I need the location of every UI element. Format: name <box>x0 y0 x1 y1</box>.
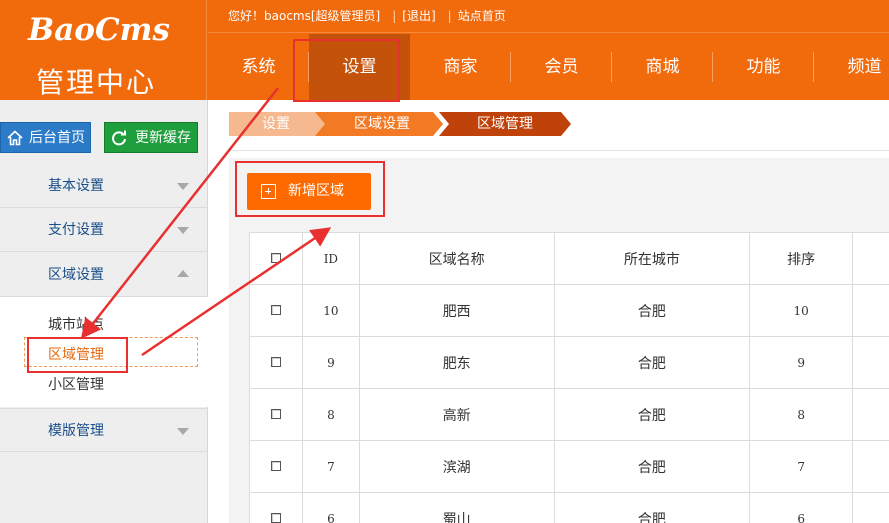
nav-tab-merchant[interactable]: 商家 <box>410 34 511 100</box>
annotation-box-region-management <box>27 337 128 373</box>
cell-extra <box>852 388 889 441</box>
cell-extra <box>852 284 889 337</box>
column-header-region-name: 区域名称 <box>358 232 555 285</box>
region-table: ID 区域名称 所在城市 排序 10 肥西 合肥 10 9 肥东 合肥 9 8 … <box>249 232 889 523</box>
brand-subtitle: 管理中心 <box>36 66 157 99</box>
menu-group-region-settings[interactable]: 区域设置 <box>0 253 208 297</box>
nav-tab-channel[interactable]: 频道 <box>814 34 889 100</box>
breadcrumb-item-region-management: 区域管理 <box>439 112 574 136</box>
row-select-cell <box>249 388 303 441</box>
separator: | <box>447 9 452 23</box>
table-row: 6 蜀山 合肥 6 <box>249 492 889 523</box>
nav-tab-mall[interactable]: 商城 <box>612 34 713 100</box>
cell-region-name: 蜀山 <box>358 492 555 523</box>
update-cache-button[interactable]: 更新缓存 <box>104 122 198 153</box>
table-row: 7 滨湖 合肥 7 <box>249 440 889 493</box>
cell-region-name: 滨湖 <box>358 440 555 493</box>
backend-home-button[interactable]: 后台首页 <box>0 122 91 153</box>
select-all-header <box>249 232 303 285</box>
submenu-item-community-management[interactable]: 小区管理 <box>48 374 104 394</box>
table-header-row: ID 区域名称 所在城市 排序 <box>249 232 889 285</box>
cell-id: 7 <box>301 440 360 493</box>
row-checkbox[interactable] <box>270 408 281 419</box>
annotation-box-settings-tab <box>293 39 400 102</box>
cell-id: 8 <box>301 388 360 441</box>
cell-extra <box>852 336 889 389</box>
cell-order: 9 <box>749 336 854 389</box>
row-checkbox[interactable] <box>270 304 281 315</box>
cell-id: 10 <box>301 284 360 337</box>
row-checkbox[interactable] <box>270 460 281 471</box>
table-row: 10 肥西 合肥 10 <box>249 284 889 337</box>
row-checkbox[interactable] <box>270 356 281 367</box>
logout-link[interactable]: [退出] <box>402 9 435 23</box>
select-all-checkbox[interactable] <box>270 252 281 263</box>
triangle-down-icon <box>177 428 189 435</box>
column-header-order: 排序 <box>749 232 854 285</box>
cell-city: 合肥 <box>553 492 751 523</box>
triangle-down-icon <box>177 227 189 234</box>
cell-city: 合肥 <box>553 284 751 337</box>
cell-id: 9 <box>301 336 360 389</box>
breadcrumb-item-settings[interactable]: 设置 <box>229 112 329 136</box>
cell-order: 6 <box>749 492 854 523</box>
cell-extra <box>852 492 889 523</box>
nav-tab-member[interactable]: 会员 <box>511 34 612 100</box>
breadcrumb-item-region-settings[interactable]: 区域设置 <box>315 112 445 136</box>
brand-logo[interactable]: BaoCms <box>28 12 170 48</box>
cell-region-name: 肥西 <box>358 284 555 337</box>
cell-order: 8 <box>749 388 854 441</box>
table-row: 8 高新 合肥 8 <box>249 388 889 441</box>
cell-city: 合肥 <box>553 336 751 389</box>
column-header-id[interactable]: ID <box>301 232 360 285</box>
site-home-link[interactable]: 站点首页 <box>458 9 506 23</box>
cell-city: 合肥 <box>553 440 751 493</box>
row-select-cell <box>249 284 303 337</box>
row-select-cell <box>249 440 303 493</box>
triangle-up-icon <box>177 270 189 277</box>
divider <box>229 150 889 151</box>
table-row: 9 肥东 合肥 9 <box>249 336 889 389</box>
nav-tab-function[interactable]: 功能 <box>713 34 814 100</box>
region-table-wrapper: ID 区域名称 所在城市 排序 10 肥西 合肥 10 9 肥东 合肥 9 8 … <box>229 226 889 523</box>
cell-order: 7 <box>749 440 854 493</box>
column-header-extra <box>852 232 889 285</box>
row-select-cell <box>249 336 303 389</box>
cell-id: 6 <box>301 492 360 523</box>
menu-group-payment-settings[interactable]: 支付设置 <box>0 208 208 252</box>
column-header-city: 所在城市 <box>553 232 751 285</box>
header: BaoCms 管理中心 您好！baocms[超级管理员] | [退出] | 站点首页 系… <box>0 0 889 100</box>
logo-area: BaoCms 管理中心 <box>0 0 207 100</box>
row-checkbox[interactable] <box>270 512 281 523</box>
refresh-icon <box>112 130 126 146</box>
sidebar: 后台首页 更新缓存 基本设置 支付设置 区域设置 城市站点 区域管理 小区管理 … <box>0 100 208 523</box>
cell-region-name: 高新 <box>358 388 555 441</box>
home-icon <box>7 130 23 146</box>
menu-group-basic-settings[interactable]: 基本设置 <box>0 164 208 208</box>
cell-city: 合肥 <box>553 388 751 441</box>
cell-region-name: 肥东 <box>358 336 555 389</box>
row-select-cell <box>249 492 303 523</box>
annotation-box-add-region <box>235 161 385 217</box>
top-user-bar: 您好！baocms[超级管理员] | [退出] | 站点首页 <box>208 0 889 33</box>
cell-extra <box>852 440 889 493</box>
triangle-down-icon <box>177 183 189 190</box>
separator: | <box>392 9 397 23</box>
cell-order: 10 <box>749 284 854 337</box>
user-greeting: 您好！baocms[超级管理员] <box>228 9 381 23</box>
submenu-item-city-sites[interactable]: 城市站点 <box>48 314 104 334</box>
menu-group-template-management[interactable]: 模版管理 <box>0 408 208 452</box>
